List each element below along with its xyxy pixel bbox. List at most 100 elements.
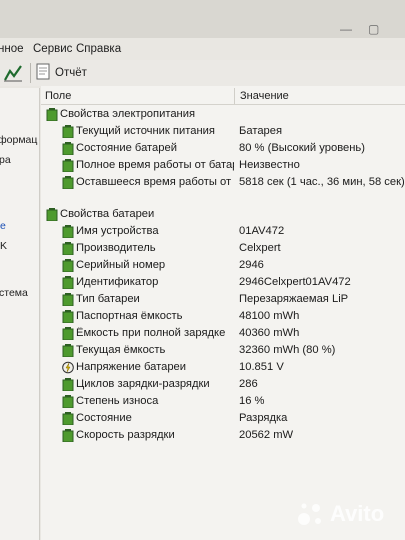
avito-logo-icon — [298, 503, 321, 525]
field-label: Полное время работы от батар... — [76, 159, 234, 171]
list-item[interactable]: Паспортная ёмкость 48100 mWh — [41, 309, 405, 326]
field-value: 48100 mWh — [239, 310, 300, 322]
list-item[interactable]: Серийный номер 2946 — [41, 258, 405, 275]
field-value: 01AV472 — [239, 225, 285, 237]
tree-item[interactable]: K — [0, 240, 7, 252]
field-label: Производитель — [76, 242, 156, 254]
list-item[interactable]: Циклов зарядки-разрядки 286 — [41, 377, 405, 394]
field-label: Состояние — [76, 412, 132, 424]
list-item[interactable]: Оставшееся время работы от б... 5818 сек… — [41, 175, 405, 192]
section-power-properties[interactable]: Свойства электропитания — [41, 107, 405, 124]
tree-item[interactable]: ра — [0, 154, 11, 166]
field-value: Celxpert — [239, 242, 281, 254]
toolbar: Отчёт — [0, 60, 405, 86]
battery-icon — [62, 242, 74, 255]
battery-icon — [62, 344, 74, 357]
battery-icon — [62, 327, 74, 340]
field-label: Имя устройства — [76, 225, 159, 237]
tree-item[interactable]: стема — [0, 287, 28, 299]
screen: — ▢ нное Сервис Справка Отчёт формац ра … — [0, 0, 405, 540]
title-bar: — ▢ — [0, 0, 405, 38]
minimize-icon[interactable]: — — [340, 22, 352, 36]
battery-icon — [62, 125, 74, 138]
field-value: Батарея — [239, 125, 283, 137]
battery-icon — [46, 208, 58, 221]
battery-icon — [62, 412, 74, 425]
list-item[interactable]: Скорость разрядки 20562 mW — [41, 428, 405, 445]
graph-icon[interactable] — [2, 62, 24, 84]
field-label: Паспортная ёмкость — [76, 310, 183, 322]
tree-item[interactable]: е — [0, 220, 6, 232]
field-value: 80 % (Высокий уровень) — [239, 142, 365, 154]
field-label: Состояние батарей — [76, 142, 177, 154]
menu-item-view[interactable]: нное — [0, 43, 24, 55]
battery-icon — [62, 225, 74, 238]
list-item[interactable]: Напряжение батареи 10.851 V — [41, 360, 405, 377]
column-divider[interactable] — [234, 88, 235, 104]
list-item[interactable]: Имя устройства 01AV472 — [41, 224, 405, 241]
battery-icon — [62, 159, 74, 172]
list-item[interactable]: Идентификатор 2946Celxpert01AV472 — [41, 275, 405, 292]
field-value: 5818 сек (1 час., 36 мин, 58 сек) — [239, 176, 405, 188]
section-title: Свойства электропитания — [60, 108, 196, 120]
section-battery-properties[interactable]: Свойства батареи — [41, 207, 405, 224]
list-item[interactable]: Ёмкость при полной зарядке 40360 mWh — [41, 326, 405, 343]
field-value: Перезаряжаемая LiP — [239, 293, 349, 305]
field-label: Серийный номер — [76, 259, 166, 271]
list-item[interactable]: Тип батареи Перезаряжаемая LiP — [41, 292, 405, 309]
field-value: 2946Celxpert01AV472 — [239, 276, 351, 288]
field-label: Тип батареи — [76, 293, 140, 305]
battery-icon — [62, 395, 74, 408]
field-label: Напряжение батареи — [76, 361, 187, 373]
menu-bar: нное Сервис Справка — [0, 40, 405, 60]
field-value: 286 — [239, 378, 258, 390]
column-header: Поле Значение — [41, 88, 405, 105]
voltage-icon — [62, 361, 74, 374]
maximize-icon[interactable]: ▢ — [368, 22, 379, 36]
watermark-text: Avito — [330, 501, 385, 526]
field-value: 32360 mWh (80 %) — [239, 344, 336, 356]
menu-item-service[interactable]: Сервис — [33, 43, 72, 55]
field-value: 40360 mWh — [239, 327, 300, 339]
column-field[interactable]: Поле — [45, 90, 71, 102]
battery-icon — [62, 293, 74, 306]
field-label: Текущая ёмкость — [76, 344, 166, 356]
field-value: 20562 mW — [239, 429, 294, 441]
list-item[interactable]: Состояние Разрядка — [41, 411, 405, 428]
field-label: Текущий источник питания — [76, 125, 215, 137]
menu-item-help[interactable]: Справка — [76, 43, 121, 55]
section-title: Свойства батареи — [60, 208, 155, 220]
report-button[interactable]: Отчёт — [36, 62, 87, 84]
field-value: 10.851 V — [239, 361, 284, 373]
battery-icon — [46, 108, 58, 121]
details-list: Поле Значение Свойства электропитания Те… — [41, 86, 405, 540]
field-value: Неизвестно — [239, 159, 300, 171]
field-value: Разрядка — [239, 412, 288, 424]
field-value: 2946 — [239, 259, 264, 271]
battery-icon — [62, 378, 74, 391]
list-item[interactable]: Полное время работы от батар... Неизвест… — [41, 158, 405, 175]
list-item[interactable]: Текущий источник питания Батарея — [41, 124, 405, 141]
column-value[interactable]: Значение — [240, 90, 289, 102]
field-label: Степень износа — [76, 395, 159, 407]
toolbar-separator — [30, 63, 31, 83]
battery-icon — [62, 429, 74, 442]
battery-icon — [62, 276, 74, 289]
report-icon — [36, 63, 50, 83]
list-item[interactable]: Степень износа 16 % — [41, 394, 405, 411]
list-item[interactable]: Текущая ёмкость 32360 mWh (80 %) — [41, 343, 405, 360]
navigation-tree[interactable]: формац ра е K стема — [0, 88, 40, 540]
watermark-logo: Avito — [296, 498, 384, 530]
report-label: Отчёт — [55, 67, 87, 79]
list-item[interactable]: Состояние батарей 80 % (Высокий уровень) — [41, 141, 405, 158]
battery-icon — [62, 259, 74, 272]
field-label: Ёмкость при полной зарядке — [76, 327, 226, 339]
battery-icon — [62, 176, 74, 189]
battery-icon — [62, 310, 74, 323]
field-label: Скорость разрядки — [76, 429, 175, 441]
field-label: Циклов зарядки-разрядки — [76, 378, 210, 390]
battery-icon — [62, 142, 74, 155]
field-label: Оставшееся время работы от б... — [76, 176, 234, 188]
tree-item[interactable]: формац — [0, 134, 37, 146]
list-item[interactable]: Производитель Celxpert — [41, 241, 405, 258]
